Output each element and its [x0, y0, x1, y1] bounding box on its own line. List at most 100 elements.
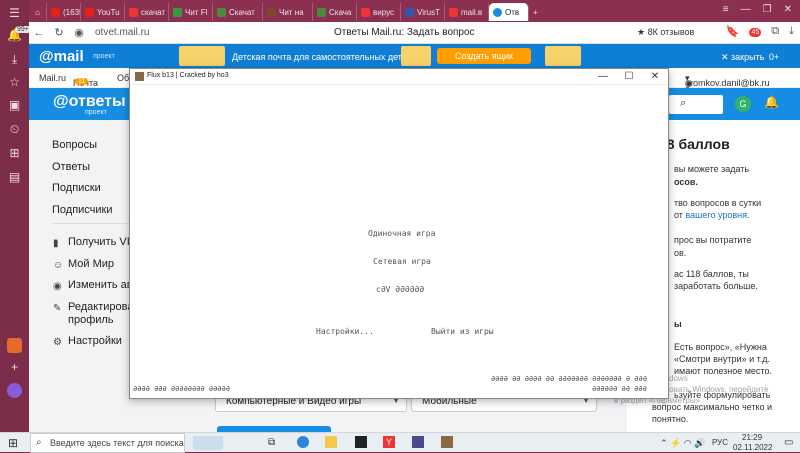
yandex-ext-icon[interactable]: 45 [749, 25, 762, 38]
create-mailbox-button[interactable]: Создать ящик [437, 48, 531, 64]
nav-answers[interactable]: Ответы [52, 161, 90, 173]
tab-1[interactable]: (1635) [47, 3, 81, 21]
download-icon[interactable]: ⤓ [789, 25, 794, 38]
avatar[interactable]: G [735, 96, 751, 112]
explorer-icon[interactable] [325, 436, 337, 448]
tab-strip: ⌂ (1635) YouTu скачат Чит Fl Скачат Чит … [29, 0, 800, 22]
tab-9[interactable]: VirusT [401, 3, 445, 21]
refresh-icon[interactable]: ↻ [49, 26, 69, 39]
bell-icon[interactable]: 🔔 [764, 95, 779, 109]
reviews-badge[interactable]: ★ 8К отзывов [637, 27, 694, 38]
nav-subscribers[interactable]: Подписчики [52, 204, 113, 216]
notes-icon[interactable]: ▤ [7, 170, 22, 185]
search-icon[interactable]: ⌕ [680, 97, 686, 110]
taskbar-search[interactable]: ⌕ Введите здесь текст для поиска [30, 433, 185, 453]
close-icon[interactable]: ✕ [642, 69, 668, 84]
minecraft-icon [317, 7, 326, 17]
options-button[interactable]: Настройки... [316, 327, 374, 336]
mail-logo[interactable]: @mail [39, 48, 84, 65]
gear-icon: ⚙ [53, 337, 62, 348]
alice-icon[interactable] [7, 383, 22, 398]
mail-project-label: проект [93, 53, 115, 60]
points-text: понятно. [652, 414, 689, 424]
edge-icon[interactable] [297, 436, 309, 448]
multiplayer-button[interactable]: Сетевая игра [373, 257, 431, 266]
points-text: от [674, 210, 683, 220]
bookmarks-icon[interactable]: ☆ [7, 75, 22, 90]
new-tab-button[interactable]: + [529, 3, 547, 21]
yandex-browser-icon[interactable]: Y [383, 436, 395, 448]
close-icon[interactable]: ✕ [784, 4, 792, 15]
maximize-icon[interactable]: ☐ [616, 69, 642, 84]
game-titlebar[interactable]: Flux b13 | Cracked by ho3 — ☐ ✕ [130, 69, 668, 85]
nav-questions[interactable]: Вопросы [52, 139, 97, 151]
history-icon[interactable]: ⏲ [7, 122, 22, 137]
extensions-icon[interactable]: ⧉ [771, 25, 779, 38]
minimize-icon[interactable]: — [590, 69, 616, 84]
my-world-link[interactable]: Мой Мир [68, 258, 114, 270]
windows-start-icon[interactable]: ⊞ [8, 436, 18, 450]
search-input[interactable] [669, 95, 723, 114]
nav-subscriptions[interactable]: Подписки [52, 182, 101, 194]
quit-button[interactable]: Выйти из игры [431, 327, 494, 336]
tab-2[interactable]: YouTu [81, 3, 125, 21]
calendar-icon[interactable]: ⊞ [7, 146, 22, 161]
back-icon[interactable]: ← [29, 27, 49, 39]
edit-profile-link-2[interactable]: профиль [68, 314, 114, 326]
task-view-icon[interactable]: ⧉ [268, 437, 275, 448]
tray-icons[interactable]: ⌃ ⚡ ◠ 🔊 [660, 438, 705, 449]
singleplayer-button[interactable]: Одиночная игра [368, 229, 435, 238]
restore-icon[interactable]: ❐ [763, 4, 772, 15]
store-icon[interactable] [355, 436, 367, 448]
add-icon[interactable]: + [7, 360, 22, 375]
get-vip-link[interactable]: Получить VIP [68, 236, 137, 248]
minecraft-icon[interactable] [441, 436, 453, 448]
tab-menu-icon[interactable]: ≡ [723, 4, 729, 15]
search-icon: ⌕ [36, 437, 42, 448]
app-icon[interactable] [412, 436, 424, 448]
tab-3[interactable]: скачат [125, 3, 169, 21]
envelope-illustration [401, 46, 431, 66]
portal-more-link[interactable]: Об [117, 73, 129, 83]
tab-4[interactable]: Чит Fl [169, 3, 213, 21]
minecraft-icon [135, 72, 144, 81]
promo-close-button[interactable]: ✕ закрыть [721, 52, 764, 63]
youtube-icon [51, 7, 60, 17]
site-project-label: проект [85, 109, 107, 116]
collections-icon[interactable]: ▣ [7, 98, 22, 113]
envelope-illustration [179, 46, 225, 66]
menu-icon[interactable]: ☰ [7, 6, 22, 21]
weather-widget[interactable] [193, 436, 223, 450]
edit-profile-link[interactable]: Редактирова [68, 301, 133, 313]
tab-10[interactable]: mail.в [445, 3, 489, 21]
myworld-icon: ☺ [53, 260, 64, 271]
home-icon: ⌂ [35, 7, 40, 17]
tab-7[interactable]: Скача [313, 3, 357, 21]
camera-icon: ◉ [53, 281, 62, 292]
tab-5[interactable]: Скачат [213, 3, 263, 21]
minecraft-icon [217, 7, 226, 17]
yandex-icon [449, 7, 458, 17]
tab-8[interactable]: вирус [357, 3, 401, 21]
settings-link[interactable]: Настройки [68, 335, 122, 347]
downloads-icon[interactable]: ⤓ [7, 52, 22, 67]
points-text: вы можете задать [674, 164, 750, 174]
mods-button[interactable]: cƏV ƏƏƏƏƏƏ [376, 285, 424, 294]
notification-center-icon[interactable]: ▭ [784, 437, 793, 448]
tab-6[interactable]: Чит на [263, 3, 313, 21]
tab-active[interactable]: Отв [489, 3, 529, 21]
language-indicator[interactable]: РУС [712, 438, 728, 447]
level-link[interactable]: вашего уровня [685, 210, 747, 220]
bookmark-icon[interactable]: 🔖 [726, 25, 740, 38]
portal-mailru-link[interactable]: Mail.ru [39, 73, 66, 83]
protect-icon[interactable]: ◉ [69, 26, 89, 39]
url-field[interactable]: otvet.mail.ru [95, 27, 149, 38]
clock-time[interactable]: 21:29 [742, 433, 762, 442]
clock-date[interactable]: 02.11.2022 [733, 443, 772, 452]
minimize-icon[interactable]: — [741, 4, 751, 15]
game-app-icon[interactable] [7, 338, 22, 353]
account-link[interactable]: ◉ gromkov.danil@bk.ru ▾ [685, 73, 770, 88]
home-tab[interactable]: ⌂ [29, 3, 47, 21]
promo-counter: 0+ [769, 52, 780, 62]
points-text: тво вопросов в сутки [674, 198, 762, 208]
